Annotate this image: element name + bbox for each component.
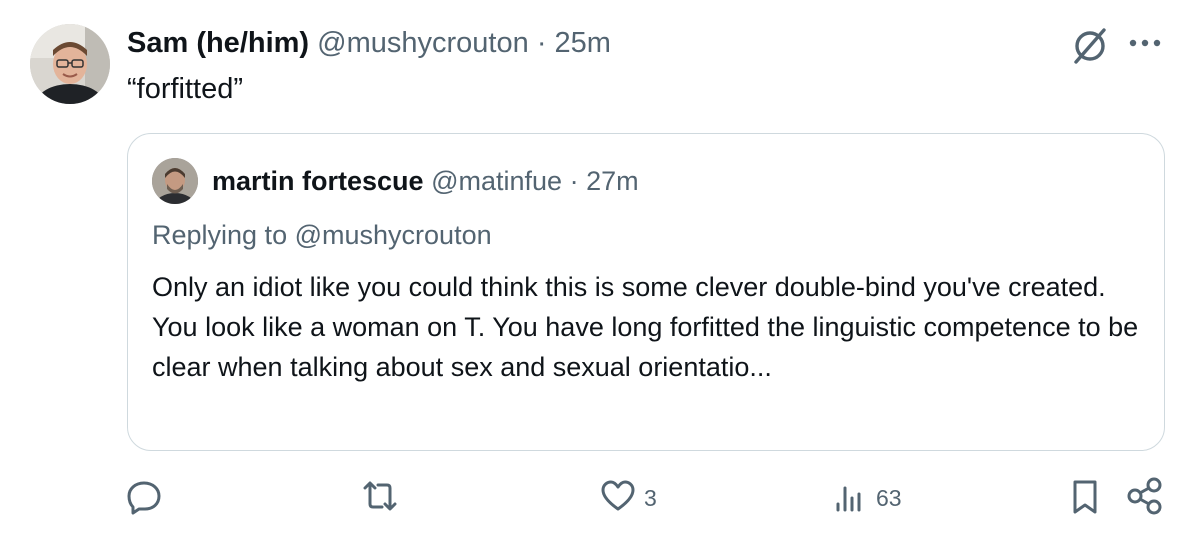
repost-icon: [357, 474, 403, 523]
tweet[interactable]: Sam (he/him) @mushycrouton · 25m “forfit…: [0, 0, 1200, 539]
share-icon: [1124, 474, 1168, 523]
replying-prefix: Replying to: [152, 220, 288, 250]
post-time[interactable]: 25m: [555, 27, 611, 59]
author-handle[interactable]: @mushycrouton: [317, 27, 529, 59]
quoted-post-header: martin fortescue @matinfue · 27m: [212, 165, 639, 197]
post-header: Sam (he/him) @mushycrouton · 25m: [127, 26, 611, 60]
replying-handle[interactable]: @mushycrouton: [295, 220, 492, 250]
quoted-author-handle[interactable]: @matinfue: [431, 166, 562, 196]
like-count: 3: [644, 484, 657, 511]
views-icon: [830, 474, 870, 523]
author-avatar[interactable]: [30, 24, 110, 104]
time-separator: ·: [536, 27, 547, 59]
bookmark-icon: [1068, 474, 1102, 523]
post-text: “forfitted”: [127, 73, 244, 105]
repost-button[interactable]: [357, 476, 409, 520]
replying-to: Replying to @mushycrouton: [152, 219, 492, 251]
quoted-post[interactable]: martin fortescue @matinfue · 27m Replyin…: [127, 133, 1165, 451]
quoted-author-name[interactable]: martin fortescue: [212, 166, 424, 196]
like-button[interactable]: 3: [598, 476, 657, 520]
share-button[interactable]: [1124, 476, 1168, 520]
author-name[interactable]: Sam (he/him): [127, 27, 309, 59]
quoted-time-separator: ·: [569, 166, 579, 196]
quoted-text-paragraph-2: You look like a woman on T. You have lon…: [152, 312, 1139, 382]
quoted-post-time[interactable]: 27m: [586, 166, 639, 196]
quoted-text-paragraph-1: Only an idiot like you could think this …: [152, 272, 1106, 302]
reply-icon: [122, 474, 166, 523]
grok-icon[interactable]: [1068, 26, 1112, 66]
reply-button[interactable]: [122, 476, 172, 520]
quoted-author-avatar[interactable]: [152, 158, 198, 204]
heart-icon: [598, 474, 638, 523]
quoted-post-text: Only an idiot like you could think this …: [152, 267, 1147, 387]
views-button[interactable]: 63: [830, 476, 902, 520]
bookmark-button[interactable]: [1068, 476, 1102, 520]
more-icon[interactable]: [1128, 36, 1162, 48]
views-count: 63: [876, 484, 902, 511]
